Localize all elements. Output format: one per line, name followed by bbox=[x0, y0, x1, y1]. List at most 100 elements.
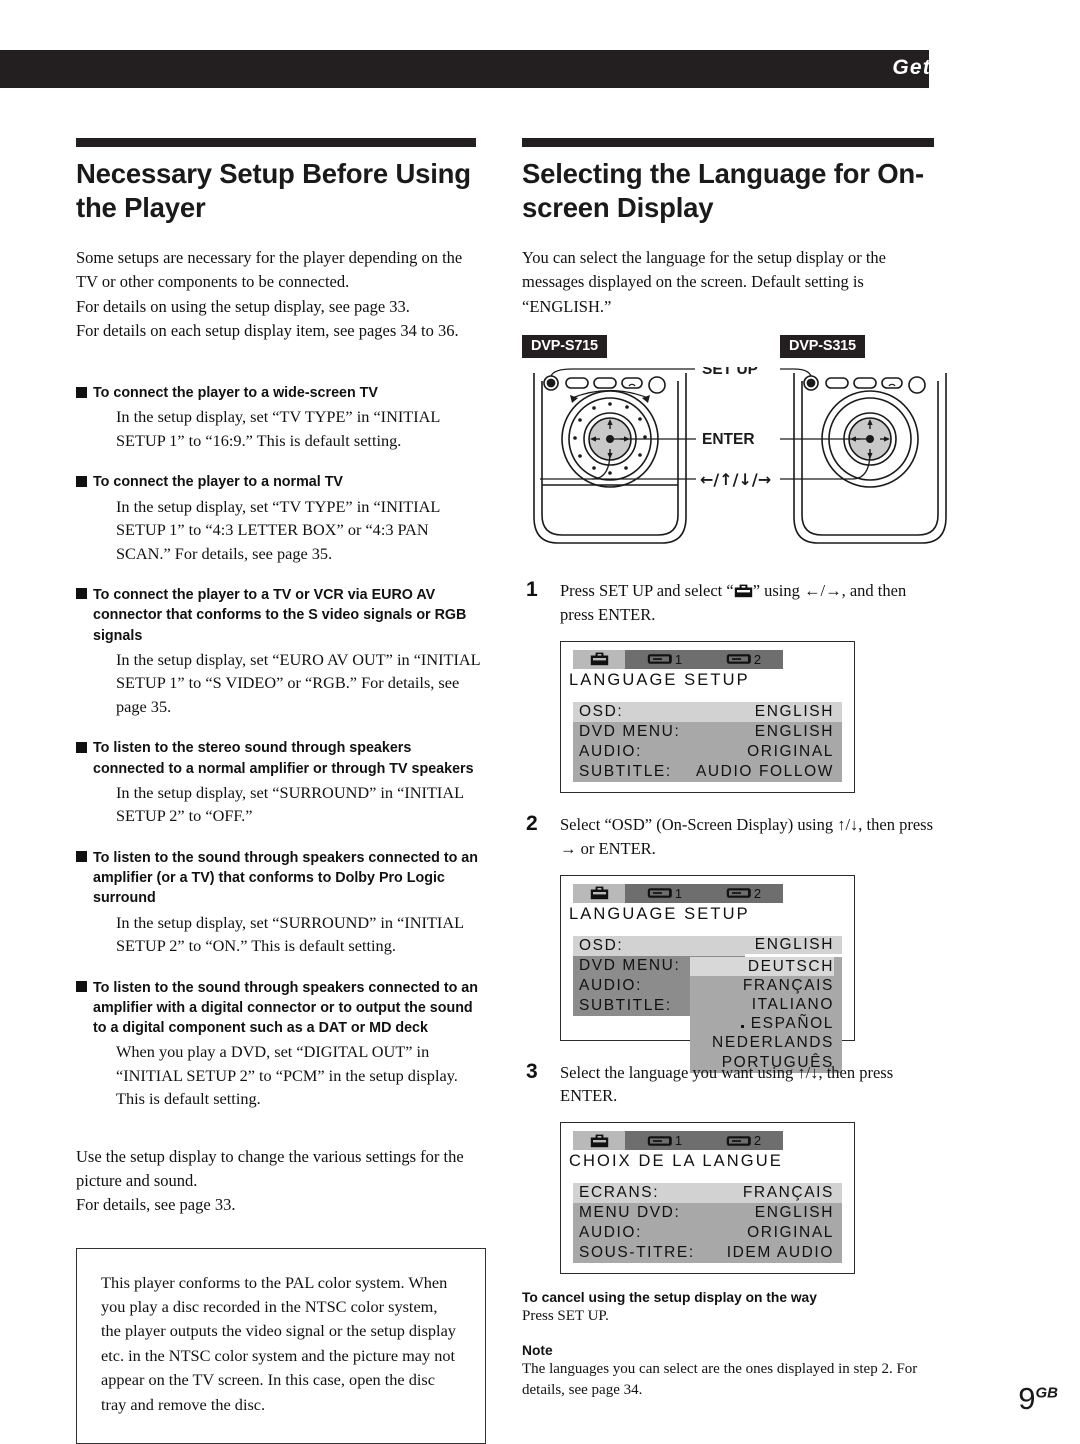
osd-tab-2[interactable]: 2 bbox=[704, 884, 783, 903]
osd-row-audio[interactable]: AUDIO: ORIGINAL bbox=[573, 742, 842, 762]
osd-row-dvd-menu[interactable]: DVD MENU: ENGLISH bbox=[573, 722, 842, 742]
step-3: 3 Select the language you want using ↑/↓… bbox=[522, 1061, 942, 1109]
bullet-heading: To connect the player to a TV or VCR via… bbox=[76, 585, 486, 646]
running-header-bar bbox=[0, 50, 929, 88]
osd-row-value: ENGLISH bbox=[755, 703, 834, 721]
osd-tab-1-label: 1 bbox=[675, 886, 682, 901]
bullet-block: To listen to the sound through speakers … bbox=[76, 978, 486, 1111]
osd-row-value: IDEM AUDIO bbox=[727, 1244, 834, 1262]
remote-callout-enter: ENTER bbox=[702, 431, 755, 448]
osd-tab-2[interactable]: 2 bbox=[704, 650, 783, 669]
osd-row-sous-titre[interactable]: SOUS-TITRE: IDEM AUDIO bbox=[573, 1243, 842, 1263]
step-text: Press SET UP and select “” using ←/→, an… bbox=[560, 581, 906, 624]
osd-row-value: ENGLISH bbox=[755, 1204, 834, 1222]
osd-row-audio[interactable]: AUDIO: ORIGINAL bbox=[573, 1223, 842, 1243]
model-badge-s315: DVP-S315 bbox=[780, 335, 865, 358]
language-option[interactable]: FRANÇAIS bbox=[690, 976, 834, 995]
toolbox-icon bbox=[590, 1134, 609, 1148]
language-option[interactable]: ITALIANO bbox=[690, 995, 834, 1014]
osd-screen-3: 1 2 CHOIX DE LA LANGUE ECRANS: FRANÇAIS … bbox=[560, 1122, 855, 1274]
step-number: 3 bbox=[526, 1060, 538, 1084]
language-option[interactable]: ESPAÑOL bbox=[690, 1014, 834, 1033]
note-body: The languages you can select are the one… bbox=[522, 1359, 942, 1401]
osd-row-value: FRANÇAIS bbox=[743, 1184, 834, 1202]
left-column: Necessary Setup Before Using the Player … bbox=[76, 138, 486, 1444]
osd-row-ecrans[interactable]: ECRANS: FRANÇAIS bbox=[573, 1183, 842, 1203]
bullet-heading: To listen to the sound through speakers … bbox=[76, 978, 486, 1039]
osd-row-label: AUDIO: bbox=[579, 743, 642, 761]
osd-row-subtitle[interactable]: SUBTITLE: AUDIO FOLLOW bbox=[573, 762, 842, 782]
cancel-body: Press SET UP. bbox=[522, 1306, 942, 1327]
osd-tab-setup[interactable] bbox=[573, 884, 625, 903]
osd-row-label: AUDIO: bbox=[579, 1224, 642, 1242]
right-intro-paragraph: You can select the language for the setu… bbox=[522, 246, 942, 319]
step-text: Select “OSD” (On-Screen Display) using ↑… bbox=[560, 815, 933, 858]
step-text: Select the language you want using ↑/↓, … bbox=[560, 1063, 893, 1106]
note-heading: Note bbox=[522, 1343, 942, 1358]
step-number: 1 bbox=[526, 578, 538, 602]
page-number-suffix: GB bbox=[1036, 1385, 1059, 1402]
osd-tab-setup[interactable] bbox=[573, 650, 625, 669]
remote-diagram-svg: SET UP ENTER ←/↑/↓/→ bbox=[512, 367, 952, 559]
intro-paragraph-3: For details on each setup display item, … bbox=[76, 319, 486, 343]
osd-row-label: SUBTITLE: bbox=[579, 997, 672, 1014]
intro-paragraph-1: Some setups are necessary for the player… bbox=[76, 246, 486, 295]
osd-tab-2-label: 2 bbox=[754, 1133, 761, 1148]
remote-control-illustration: SET UP ENTER ←/↑/↓/→ bbox=[522, 367, 942, 559]
language-option-list: DEUTSCH FRANÇAIS ITALIANO ESPAÑOL NEDERL… bbox=[690, 957, 842, 1073]
osd-tab-bar: 1 2 bbox=[573, 1131, 796, 1150]
right-column: Selecting the Language for On-screen Dis… bbox=[522, 138, 942, 1401]
osd-row-label: SOUS-TITRE: bbox=[579, 1244, 695, 1262]
bullet-heading: To listen to the stereo sound through sp… bbox=[76, 738, 486, 779]
bullet-block: To listen to the sound through speakers … bbox=[76, 848, 486, 958]
language-option[interactable]: DEUTSCH bbox=[690, 957, 834, 976]
osd-tab-1[interactable]: 1 bbox=[625, 1131, 704, 1150]
page-number: 9GB bbox=[1018, 1381, 1058, 1417]
pal-ntsc-note-text: This player conforms to the PAL color sy… bbox=[101, 1271, 461, 1418]
osd-screen-2: 1 2 LANGUAGE SETUP OSD: DVD MENU: AUDIO: bbox=[560, 875, 855, 1041]
bullet-heading: To listen to the sound through speakers … bbox=[76, 848, 486, 909]
model-badge-s715: DVP-S715 bbox=[522, 335, 607, 358]
bullet-body: When you play a DVD, set “DIGITAL OUT” i… bbox=[76, 1040, 486, 1110]
osd-row-label: SUBTITLE: bbox=[579, 763, 672, 781]
osd-tab-2-label: 2 bbox=[754, 886, 761, 901]
display-icon bbox=[726, 887, 752, 899]
intro-paragraph-2: For details on using the setup display, … bbox=[76, 295, 486, 319]
display-icon bbox=[647, 653, 673, 665]
osd-tab-1-label: 1 bbox=[675, 652, 682, 667]
toolbox-icon bbox=[734, 584, 753, 598]
osd-row-osd[interactable]: OSD: ENGLISH bbox=[573, 702, 842, 722]
osd-row-value: ORIGINAL bbox=[747, 1224, 834, 1242]
osd-tab-bar: 1 2 bbox=[573, 650, 796, 669]
page-title-right: Selecting the Language for On-screen Dis… bbox=[522, 157, 942, 224]
osd-row-label: OSD: bbox=[579, 937, 623, 954]
osd-tab-setup[interactable] bbox=[573, 1131, 625, 1150]
osd-current-value: ENGLISH bbox=[690, 936, 842, 954]
osd-row-label: OSD: bbox=[579, 703, 623, 721]
osd-title: LANGUAGE SETUP bbox=[569, 905, 854, 924]
page-number-value: 9 bbox=[1018, 1381, 1035, 1416]
osd-tab-1[interactable]: 1 bbox=[625, 650, 704, 669]
osd-tab-1[interactable]: 1 bbox=[625, 884, 704, 903]
step-number: 2 bbox=[526, 812, 538, 836]
display-icon bbox=[647, 887, 673, 899]
display-icon bbox=[726, 1135, 752, 1147]
osd-title: CHOIX DE LA LANGUE bbox=[569, 1152, 854, 1171]
running-header-title: Getting Started bbox=[892, 56, 1062, 80]
cancel-heading: To cancel using the setup display on the… bbox=[522, 1290, 942, 1305]
osd-tab-2[interactable]: 2 bbox=[704, 1131, 783, 1150]
osd-title: LANGUAGE SETUP bbox=[569, 671, 854, 690]
osd-row-label: DVD MENU: bbox=[579, 723, 680, 741]
bullet-body: In the setup display, set “TV TYPE” in “… bbox=[76, 405, 486, 452]
display-icon bbox=[726, 653, 752, 665]
bullet-heading: To connect the player to a normal TV bbox=[76, 472, 486, 492]
section-rule-left bbox=[76, 138, 476, 147]
osd-row-label: MENU DVD: bbox=[579, 1204, 680, 1222]
osd-tab-1-label: 1 bbox=[675, 1133, 682, 1148]
osd-row-menu-dvd[interactable]: MENU DVD: ENGLISH bbox=[573, 1203, 842, 1223]
osd-row-label: DVD MENU: bbox=[579, 957, 680, 974]
language-option[interactable]: NEDERLANDS bbox=[690, 1033, 834, 1052]
osd-screen-1: 1 2 LANGUAGE SETUP OSD: ENGLISH DVD MENU… bbox=[560, 641, 855, 793]
bullet-block: To connect the player to a normal TV In … bbox=[76, 472, 486, 565]
bullet-body: In the setup display, set “SURROUND” in … bbox=[76, 911, 486, 958]
